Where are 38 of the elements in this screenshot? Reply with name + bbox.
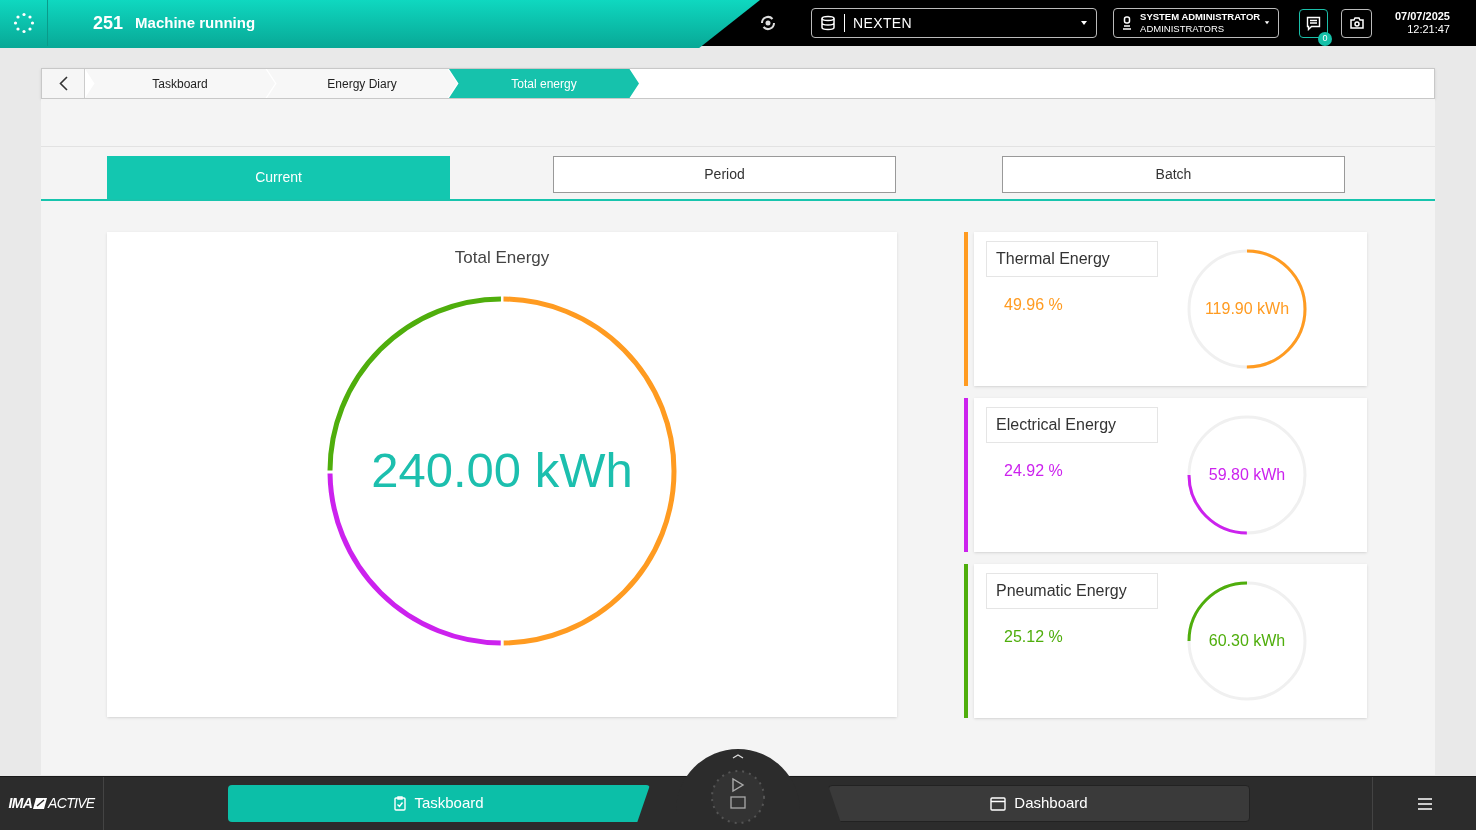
database-icon bbox=[820, 15, 837, 31]
camera-button[interactable] bbox=[1341, 8, 1373, 38]
menu-icon bbox=[1417, 797, 1432, 810]
user-icon bbox=[1122, 16, 1133, 30]
brand-logo: IMA ACTIVE bbox=[0, 777, 104, 830]
energy-name: Thermal Energy bbox=[986, 241, 1158, 277]
message-icon bbox=[1306, 15, 1322, 31]
back-button[interactable] bbox=[42, 69, 85, 98]
tab[interactable]: Period bbox=[553, 156, 896, 193]
energy-name: Pneumatic Energy bbox=[986, 573, 1158, 609]
energy-percent: 25.12 % bbox=[1004, 627, 1064, 647]
energy-name: Electrical Energy bbox=[986, 407, 1158, 443]
refresh-icon[interactable] bbox=[759, 14, 778, 32]
breadcrumb-item[interactable]: Energy Diary bbox=[267, 69, 457, 98]
tab[interactable]: Batch bbox=[1002, 156, 1345, 193]
breadcrumb-item[interactable]: Taskboard bbox=[85, 69, 275, 98]
caret-icon bbox=[1080, 20, 1089, 26]
total-energy-value: 240.00 kWh bbox=[371, 441, 633, 499]
notification-badge: 0 bbox=[1318, 31, 1333, 46]
status-code: 251 bbox=[93, 11, 124, 35]
window-icon bbox=[990, 796, 1007, 811]
back-icon bbox=[58, 76, 68, 91]
energy-value: 59.80 kWh bbox=[1208, 465, 1286, 485]
database-dropdown[interactable]: NEXTEN bbox=[811, 8, 1098, 38]
spinner-icon bbox=[12, 12, 35, 34]
user-dropdown[interactable]: SYSTEM ADMINISTRATOR ADMINISTRATORS bbox=[1113, 8, 1280, 38]
caret-icon bbox=[1264, 21, 1271, 25]
camera-icon bbox=[1349, 17, 1364, 29]
status-text: Machine running bbox=[135, 12, 256, 33]
card-title: Total Energy bbox=[454, 247, 550, 269]
clipboard-icon bbox=[394, 796, 407, 811]
energy-value: 60.30 kWh bbox=[1208, 631, 1286, 651]
energy-value: 119.90 kWh bbox=[1204, 299, 1290, 319]
date-text: 07/07/2025 bbox=[1394, 10, 1450, 23]
energy-percent: 24.92 % bbox=[1004, 461, 1064, 481]
energy-percent: 49.96 % bbox=[1004, 295, 1064, 315]
nav-tab[interactable]: Dashboard bbox=[828, 785, 1250, 822]
time-text: 12:21:47 bbox=[1407, 23, 1450, 36]
